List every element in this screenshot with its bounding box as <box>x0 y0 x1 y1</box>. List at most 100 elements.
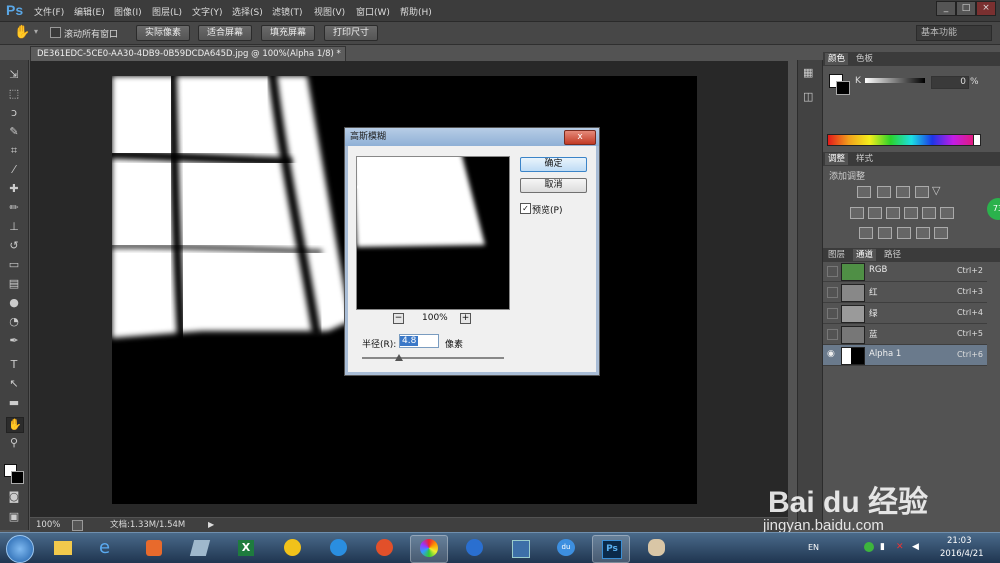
quick-mask-icon[interactable]: ◙ <box>6 490 22 504</box>
gradient-map-icon[interactable] <box>934 227 948 239</box>
tab-styles[interactable]: 样式 <box>853 153 876 165</box>
selective-color-icon[interactable] <box>916 227 930 239</box>
color-balance-icon[interactable] <box>868 207 882 219</box>
levels-icon[interactable] <box>877 186 891 198</box>
zoom-out-button[interactable]: − <box>393 313 404 324</box>
clock-time[interactable]: 21:03 <box>947 536 972 546</box>
taskbar-ie[interactable]: e <box>90 535 126 561</box>
clock-date[interactable]: 2016/4/21 <box>940 549 984 559</box>
visibility-toggle[interactable] <box>827 266 838 277</box>
preview-checkbox[interactable]: ✓ <box>520 203 531 214</box>
menu-type[interactable]: 文字(Y) <box>192 5 223 18</box>
start-button[interactable] <box>6 535 34 563</box>
radius-slider-track[interactable] <box>362 357 504 359</box>
tab-adjustments[interactable]: 调整 <box>825 153 849 165</box>
taskbar-paint[interactable] <box>638 535 674 561</box>
quick-select-tool-icon[interactable]: ✎ <box>6 125 22 139</box>
workspace-select[interactable]: 基本功能 <box>916 25 992 41</box>
tab-paths[interactable]: 路径 <box>881 249 904 261</box>
taskbar-photoshop[interactable]: Ps <box>592 535 630 563</box>
properties-panel-icon[interactable]: ◫ <box>803 90 813 103</box>
status-menu-icon[interactable] <box>72 520 83 531</box>
channel-row-blue[interactable]: 蓝 Ctrl+5 <box>823 324 987 345</box>
rectangle-tool-icon[interactable]: ▬ <box>6 396 22 410</box>
menu-filter[interactable]: 滤镜(T) <box>272 5 303 18</box>
taskbar-baidu[interactable]: du <box>548 535 584 561</box>
zoom-in-button[interactable]: + <box>460 313 471 324</box>
menu-layer[interactable]: 图层(L) <box>152 5 182 18</box>
radius-slider-handle[interactable] <box>395 354 403 361</box>
taskbar-excel[interactable]: X <box>228 535 264 561</box>
menu-image[interactable]: 图像(I) <box>114 5 142 18</box>
visibility-toggle[interactable] <box>827 287 838 298</box>
channel-row-red[interactable]: 红 Ctrl+3 <box>823 282 987 303</box>
maximize-button[interactable]: □ <box>956 1 976 16</box>
brush-tool-icon[interactable]: ✏ <box>6 201 22 215</box>
taskbar-explorer[interactable] <box>44 535 80 561</box>
type-tool-icon[interactable]: T <box>6 358 22 372</box>
tab-swatches[interactable]: 色板 <box>853 53 876 65</box>
color-lookup-icon[interactable] <box>940 207 954 219</box>
taskbar-app-8[interactable] <box>366 535 402 561</box>
tray-icon[interactable] <box>864 542 874 552</box>
menu-select[interactable]: 选择(S) <box>232 5 263 18</box>
hand-tool-icon[interactable]: ✋ <box>6 417 24 433</box>
close-button[interactable]: × <box>976 1 996 16</box>
channel-row-alpha[interactable]: ◉ Alpha 1 Ctrl+6 <box>823 345 987 366</box>
taskbar-video[interactable] <box>136 535 172 561</box>
channel-row-rgb[interactable]: RGB Ctrl+2 <box>823 261 987 282</box>
history-panel-icon[interactable]: ▦ <box>803 66 813 79</box>
history-brush-tool-icon[interactable]: ↺ <box>6 239 22 253</box>
black-white-icon[interactable] <box>886 207 900 219</box>
lasso-tool-icon[interactable]: ↄ <box>6 106 22 120</box>
radius-input[interactable]: 4.8 <box>399 334 439 348</box>
marquee-tool-icon[interactable]: ⬚ <box>6 87 22 101</box>
path-select-tool-icon[interactable]: ↖ <box>6 377 22 391</box>
eyedropper-tool-icon[interactable]: ⁄ <box>6 163 22 177</box>
pen-tool-icon[interactable]: ✒ <box>6 334 22 348</box>
minimize-button[interactable]: _ <box>936 1 956 16</box>
document-tab[interactable]: DE361EDC-5CE0-AA30-4DB9-0B59DCDA645D.jpg… <box>30 46 346 73</box>
scroll-all-checkbox[interactable] <box>50 27 61 38</box>
invert-icon[interactable] <box>859 227 873 239</box>
background-color-swatch[interactable] <box>11 471 24 484</box>
channel-row-green[interactable]: 绿 Ctrl+4 <box>823 303 987 324</box>
photo-filter-icon[interactable] <box>904 207 918 219</box>
fit-screen-button[interactable]: 适合屏幕 <box>198 25 253 41</box>
taskbar-app-6[interactable] <box>274 535 310 561</box>
vibrance-icon[interactable]: ▽ <box>932 184 940 197</box>
blur-preview[interactable] <box>356 156 510 310</box>
taskbar-app-4[interactable] <box>182 535 218 561</box>
screen-mode-icon[interactable]: ▣ <box>6 510 22 524</box>
cancel-button[interactable]: 取消 <box>520 178 587 193</box>
dodge-tool-icon[interactable]: ◔ <box>6 315 22 329</box>
brightness-icon[interactable] <box>857 186 871 198</box>
taskbar-media-player[interactable] <box>456 535 492 561</box>
fill-screen-button[interactable]: 填充屏幕 <box>261 25 316 41</box>
threshold-icon[interactable] <box>897 227 911 239</box>
signal-icon[interactable]: ▮ <box>880 542 885 552</box>
menu-edit[interactable]: 编辑(E) <box>74 5 105 18</box>
side-badge[interactable]: 73 <box>987 198 1000 220</box>
zoom-level[interactable]: 100% <box>36 518 60 532</box>
taskbar-app-11[interactable] <box>502 535 538 561</box>
zoom-tool-icon[interactable]: ⚲ <box>6 436 22 450</box>
healing-brush-tool-icon[interactable]: ✚ <box>6 182 22 196</box>
tab-layers[interactable]: 图层 <box>825 249 848 261</box>
tab-channels[interactable]: 通道 <box>853 249 877 261</box>
hand-tool-icon[interactable]: ✋ <box>14 25 30 40</box>
actual-pixels-button[interactable]: 实际像素 <box>136 25 191 41</box>
taskbar-app-9[interactable] <box>410 535 448 563</box>
move-tool-icon[interactable]: ⇲ <box>6 68 22 82</box>
network-icon[interactable]: ✕ <box>896 542 904 552</box>
visibility-toggle[interactable] <box>827 329 838 340</box>
crop-tool-icon[interactable]: ⌗ <box>6 144 22 158</box>
menu-window[interactable]: 窗口(W) <box>356 5 390 18</box>
channel-mixer-icon[interactable] <box>922 207 936 219</box>
gradient-tool-icon[interactable]: ▤ <box>6 277 22 291</box>
print-size-button[interactable]: 打印尺寸 <box>324 25 379 41</box>
k-slider[interactable] <box>865 78 925 83</box>
exposure-icon[interactable] <box>915 186 929 198</box>
visibility-toggle[interactable] <box>827 308 838 319</box>
k-value-input[interactable]: 0 <box>931 76 969 89</box>
